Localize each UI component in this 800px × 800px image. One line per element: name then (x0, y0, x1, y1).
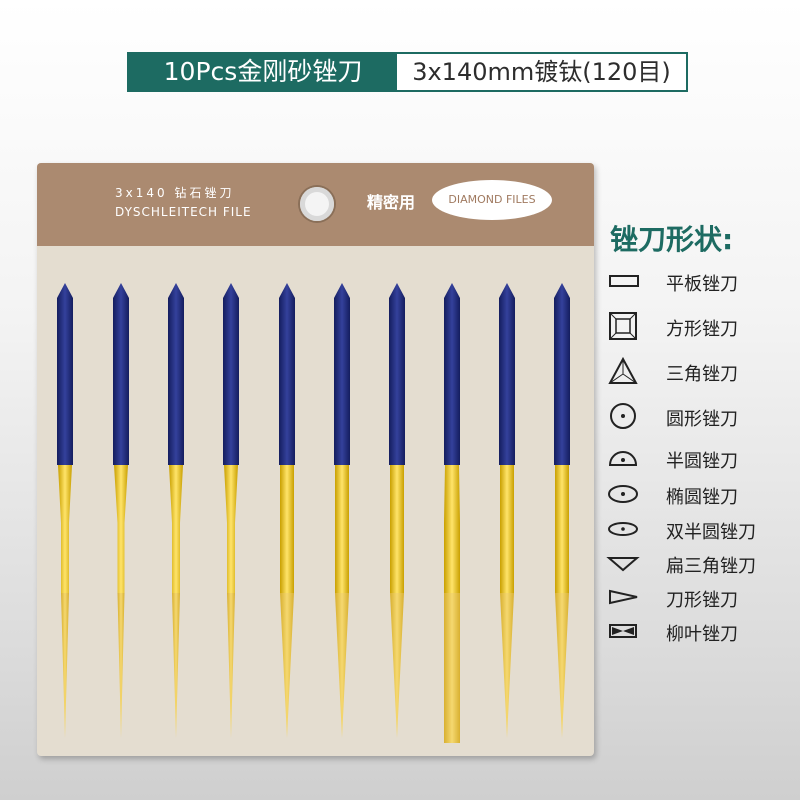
flat-triangle-file-icon (606, 548, 642, 578)
legend-item: 三角锉刀 (606, 356, 796, 386)
needle-file (57, 283, 73, 738)
legend-item: 椭圆锉刀 (606, 479, 796, 509)
product-spec: 3x140mm镀钛(120目) (412, 58, 671, 86)
legend-label: 半圆锉刀 (666, 451, 738, 472)
legend-label: 平板锉刀 (666, 274, 738, 295)
triangle-file-icon (606, 356, 642, 386)
legend-label: 圆形锉刀 (666, 409, 738, 430)
legend-item: 双半圆锉刀 (606, 514, 796, 544)
legend-item: 方形锉刀 (606, 311, 796, 341)
round-file-icon (606, 401, 642, 431)
legend-item: 圆形锉刀 (606, 401, 796, 431)
file-package: 3x140 钻石锉刀 DYSCHLEITECH FILE 精密用 DIAMOND… (37, 163, 594, 756)
legend-label: 椭圆锉刀 (666, 487, 738, 508)
needle-file (499, 283, 515, 738)
needle-file (279, 283, 295, 738)
legend-title: 锉刀形状: (610, 223, 734, 256)
legend-item: 刀形锉刀 (606, 582, 796, 612)
flat-file-icon (606, 266, 642, 296)
half-round-file-icon (606, 443, 642, 473)
legend-label: 三角锉刀 (666, 364, 738, 385)
willow-leaf-file-icon (606, 616, 642, 646)
legend-label: 刀形锉刀 (666, 590, 738, 611)
needle-file (168, 283, 184, 738)
product-title: 10Pcs金刚砂锉刀 (129, 54, 397, 90)
double-half-round-file-icon (606, 514, 642, 544)
needle-file (554, 283, 570, 738)
oval-file-icon (606, 479, 642, 509)
needle-file (444, 283, 460, 743)
needle-file (334, 283, 350, 738)
legend-item: 柳叶锉刀 (606, 616, 796, 646)
needle-file (113, 283, 129, 738)
needle-file (389, 283, 405, 738)
legend-label: 方形锉刀 (666, 319, 738, 340)
legend-label: 双半圆锉刀 (666, 522, 756, 543)
square-file-icon (606, 311, 642, 341)
title-bar: 10Pcs金刚砂锉刀 3x140mm镀钛(120目) (127, 52, 688, 92)
needle-file (223, 283, 239, 738)
files-illustration (57, 283, 570, 743)
legend-label: 柳叶锉刀 (666, 624, 738, 645)
legend-label: 扁三角锉刀 (666, 556, 756, 577)
legend-item: 扁三角锉刀 (606, 548, 796, 578)
legend-item: 平板锉刀 (606, 266, 796, 296)
knife-file-icon (606, 582, 642, 612)
legend-item: 半圆锉刀 (606, 443, 796, 473)
